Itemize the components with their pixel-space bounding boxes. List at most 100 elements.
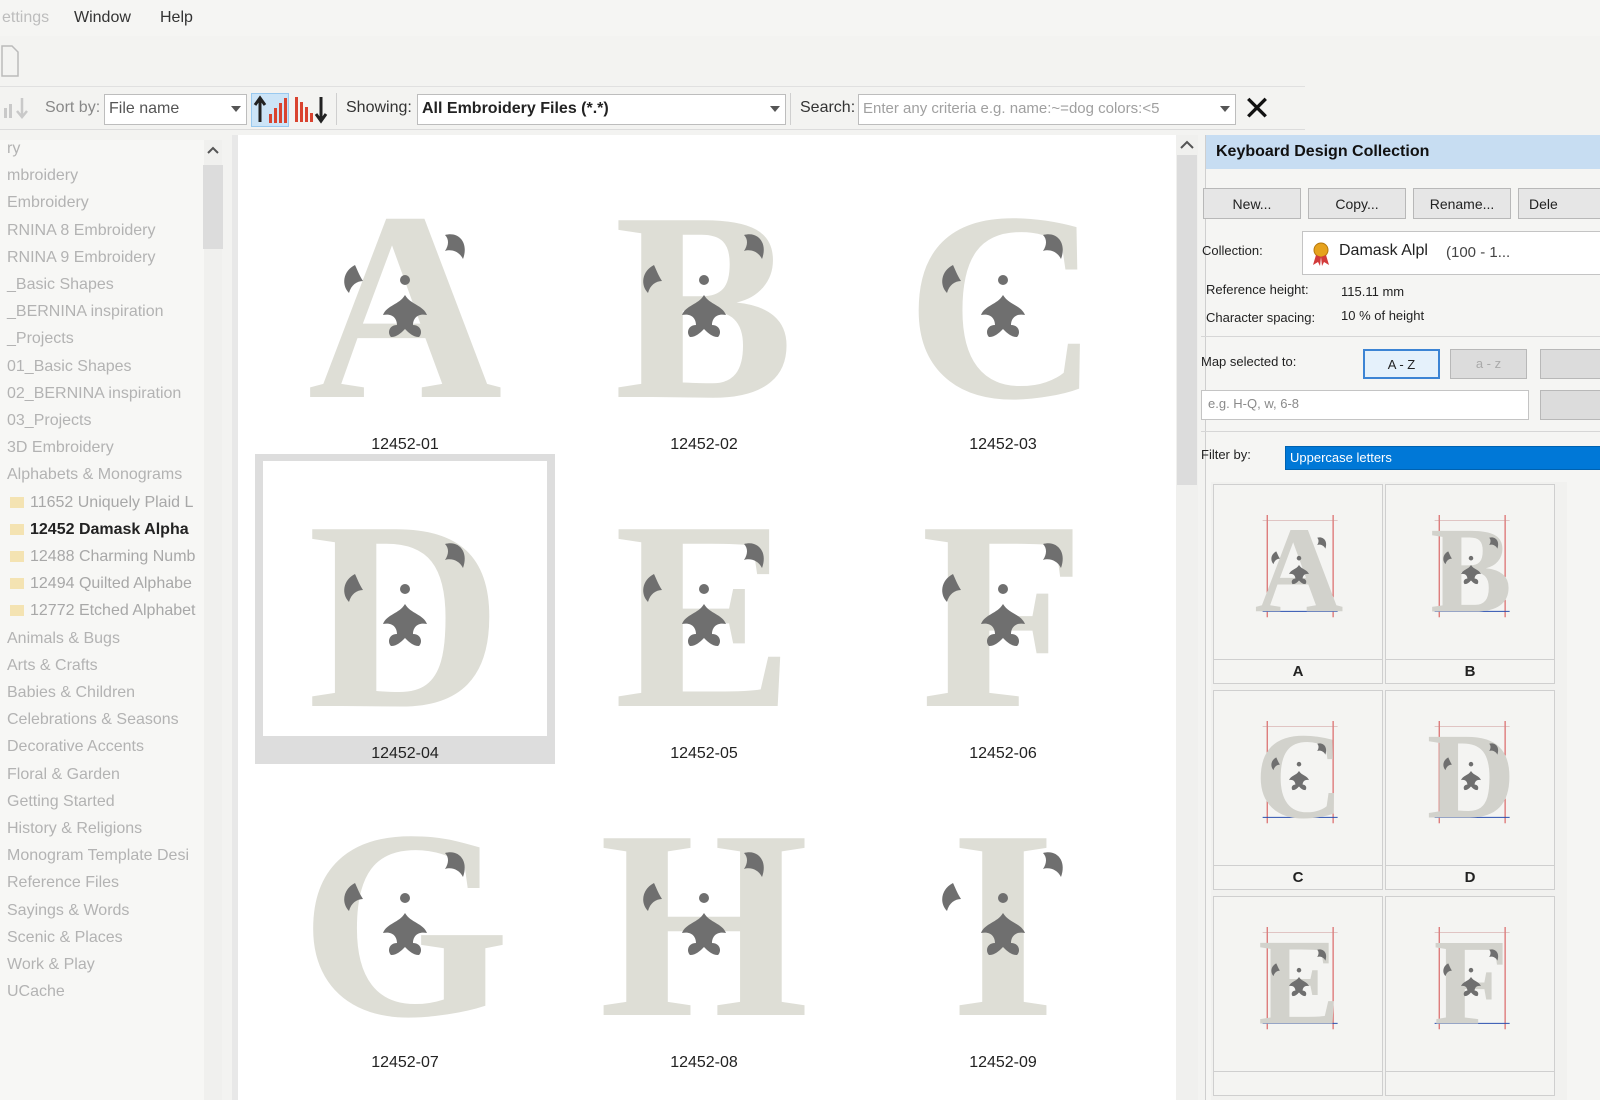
tree-item[interactable]: 12452 Damask Alpha	[10, 521, 189, 548]
map-uppercase-button[interactable]: A - Z	[1363, 349, 1440, 379]
clear-search-close-icon[interactable]: ✕	[1238, 91, 1276, 127]
letter-thumbnail[interactable]: DD	[1385, 690, 1555, 890]
design-tile[interactable]: E 12452-05	[554, 454, 854, 764]
delete-button[interactable]: Dele	[1518, 188, 1600, 219]
sort-disabled-icon	[4, 98, 28, 119]
tree-item[interactable]: Embroidery	[7, 194, 89, 221]
tree-item[interactable]: Scenic & Places	[7, 929, 123, 956]
menu-window[interactable]: Window	[74, 9, 131, 27]
search-placeholder: Enter any criteria e.g. name:~=dog color…	[863, 100, 1160, 117]
copy-button[interactable]: Copy...	[1308, 188, 1406, 219]
tree-item[interactable]: History & Religions	[7, 820, 142, 847]
design-caption: 12452-03	[969, 436, 1037, 453]
design-tile[interactable]: H 12452-08	[554, 763, 854, 1073]
showing-select[interactable]: All Embroidery Files (*.*)	[417, 94, 786, 125]
tree-item-label: 12772 Etched Alphabet	[30, 602, 196, 620]
letter-thumbnail[interactable]: F	[1385, 896, 1555, 1096]
new-button[interactable]: New...	[1203, 188, 1301, 219]
tree-item[interactable]: Alphabets & Monograms	[7, 466, 182, 493]
tree-item-label: Embroidery	[7, 194, 89, 212]
keyboard-design-panel: Keyboard Design Collection New... Copy..…	[1201, 135, 1600, 1100]
tree-item[interactable]: RNINA 9 Embroidery	[7, 249, 156, 276]
design-tile[interactable]: G 12452-07	[255, 763, 555, 1073]
tree-scroll-thumb[interactable]	[203, 165, 223, 249]
tree-item[interactable]: 02_BERNINA inspiration	[7, 385, 181, 412]
design-caption: 12452-07	[371, 1054, 439, 1071]
tree-scrollbar[interactable]	[204, 140, 222, 1100]
tree-item[interactable]: _Projects	[7, 330, 74, 357]
showing-label: Showing:	[346, 99, 412, 116]
tree-item[interactable]: RNINA 8 Embroidery	[7, 222, 156, 249]
menu-settings[interactable]: ettings	[2, 9, 49, 27]
letter-d-design-icon: D	[1427, 711, 1516, 831]
gallery-scroll-thumb[interactable]	[1177, 155, 1197, 485]
tree-item-label: mbroidery	[7, 167, 79, 185]
tree-item-label: _Basic Shapes	[7, 276, 114, 293]
tree-item[interactable]: Babies & Children	[7, 684, 135, 711]
sort-ascending-button[interactable]	[251, 93, 289, 127]
rename-button[interactable]: Rename...	[1413, 188, 1511, 219]
tree-item[interactable]: 12488 Charming Numb	[10, 548, 195, 575]
panel-divider	[1201, 431, 1600, 432]
tree-item[interactable]: Floral & Garden	[7, 766, 120, 793]
tree-item[interactable]: Arts & Crafts	[7, 657, 98, 684]
map-extra-button[interactable]	[1540, 349, 1600, 379]
design-tile[interactable]: F 12452-06	[853, 454, 1153, 764]
tree-item[interactable]: Monogram Template Desi	[7, 847, 189, 874]
letter-a-design-icon: A	[1255, 505, 1344, 625]
tree-item[interactable]: mbroidery	[7, 167, 78, 194]
tree-item[interactable]: Reference Files	[7, 874, 119, 901]
tree-item[interactable]: 01_Basic Shapes	[7, 358, 132, 385]
folder-tree: ry mbroidery Embroidery RNINA 8 Embroidery…	[0, 140, 222, 1100]
panel-divider	[1201, 336, 1600, 337]
tree-item[interactable]: 03_Projects	[7, 412, 92, 439]
design-tile[interactable]: D 12452-04	[255, 454, 555, 764]
chevron-down-icon	[1220, 106, 1230, 112]
document-icon[interactable]	[0, 42, 24, 82]
tree-item[interactable]: Celebrations & Seasons	[7, 711, 179, 738]
sort-descending-button[interactable]	[292, 93, 330, 127]
tree-item-label: ry	[7, 140, 21, 157]
tree-item[interactable]: Work & Play	[7, 956, 95, 983]
scroll-up-icon[interactable]	[204, 140, 222, 160]
sort-select[interactable]: File name	[104, 94, 247, 125]
tree-item[interactable]: ry	[7, 140, 20, 167]
tree-item[interactable]: 12772 Etched Alphabet	[10, 602, 195, 629]
award-ribbon-icon	[1313, 242, 1329, 266]
tree-item[interactable]: Getting Started	[7, 793, 115, 820]
tree-item[interactable]: Animals & Bugs	[7, 630, 120, 657]
map-apply-button[interactable]	[1540, 390, 1600, 420]
tree-item-label: History & Religions	[7, 820, 143, 837]
collection-select[interactable]: Damask Alpl (100 - 1...	[1302, 231, 1600, 275]
tree-item[interactable]: Sayings & Words	[7, 902, 129, 929]
letter-thumbnail[interactable]: BB	[1385, 484, 1555, 684]
tree-item[interactable]: Decorative Accents	[7, 738, 144, 765]
filter-select[interactable]: Uppercase letters	[1285, 446, 1600, 470]
design-tile[interactable]: C 12452-03	[853, 145, 1153, 455]
design-tile[interactable]: I 12452-09	[853, 763, 1153, 1073]
tree-item[interactable]: 11652 Uniquely Plaid L	[10, 494, 193, 521]
letter-thumbnail[interactable]: CC	[1213, 690, 1383, 890]
thumbnail-label: B	[1386, 659, 1554, 683]
letter-c-design-icon: C	[906, 175, 1101, 415]
menu-bar: ettings Window Help	[0, 0, 1600, 36]
map-lowercase-button[interactable]: a - z	[1450, 349, 1527, 379]
design-caption: 12452-06	[969, 745, 1037, 762]
letter-h-design-icon: H	[599, 793, 809, 1033]
tree-item[interactable]: 12494 Quilted Alphabe	[10, 575, 192, 602]
design-tile[interactable]: A 12452-01	[255, 145, 555, 455]
tree-item[interactable]: UCache	[7, 983, 65, 1010]
design-caption: 12452-04	[371, 745, 439, 762]
letter-thumbnail[interactable]: AA	[1213, 484, 1383, 684]
search-input[interactable]: Enter any criteria e.g. name:~=dog color…	[858, 94, 1236, 125]
tree-item[interactable]: 3D Embroidery	[7, 439, 114, 466]
design-tile[interactable]: B 12452-02	[554, 145, 854, 455]
map-range-input[interactable]: e.g. H-Q, w, 6-8	[1201, 390, 1529, 420]
map-selected-label: Map selected to:	[1201, 354, 1297, 369]
letter-thumbnail[interactable]: E	[1213, 896, 1383, 1096]
letter-e-design-icon: E	[614, 484, 794, 724]
tree-item[interactable]: _BERNINA inspiration	[7, 303, 164, 330]
tree-item[interactable]: _Basic Shapes	[7, 276, 114, 303]
scroll-up-icon[interactable]	[1176, 135, 1198, 155]
menu-help[interactable]: Help	[160, 9, 193, 27]
